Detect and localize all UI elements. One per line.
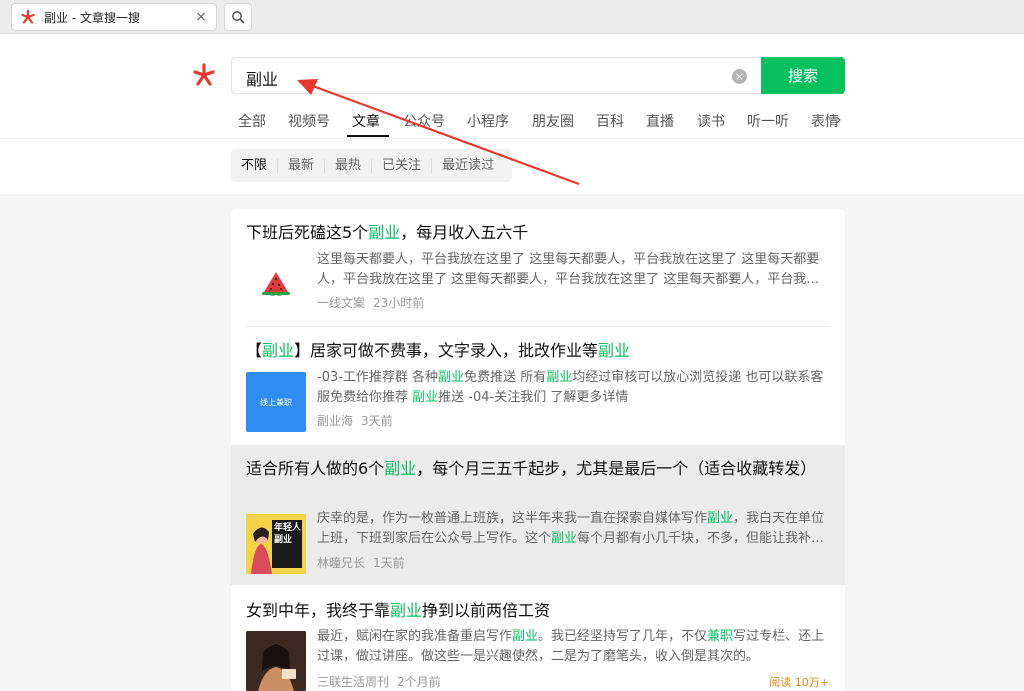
result-snippet: -03-工作推荐群 各种副业免费推送 所有副业均经过审核可以放心浏览投递 也可以… [317,370,824,405]
result-source[interactable]: 副业海 [317,414,353,428]
tab-moments[interactable]: 朋友圈 [532,111,574,131]
browser-tab-title: 副业 - 文章搜一搜 [44,10,140,25]
result-title[interactable]: 适合所有人做的6个副业，每个月三五千起步，尤其是最后一个（适合收藏转发） [246,457,836,481]
watermelon-thumbnail[interactable] [246,254,306,314]
search-button[interactable]: 搜索 [761,57,845,94]
woman-reading-photo-icon [246,631,306,691]
thumbnail-text: 年轻人副业 [274,523,302,545]
article-thumbnail[interactable]: 年轻人副业 [246,514,306,574]
tab-official-accounts[interactable]: 公众号 [403,111,445,131]
result-title[interactable]: 【副业】居家可做不费事，文字录入，批改作业等副业 [246,339,836,363]
filter-followed[interactable]: 已关注 [371,158,431,173]
thumbnail-text: 线上兼职 [260,397,292,407]
tab-channels[interactable]: 视频号 [288,111,330,131]
search-input[interactable]: 副业 × [231,57,761,94]
result-title[interactable]: 女到中年，我终于靠副业挣到以前两倍工资 [246,599,836,623]
result-item[interactable]: 适合所有人做的6个副业，每个月三五千起步，尤其是最后一个（适合收藏转发） 年轻人… [231,445,845,585]
active-tab-indicator [347,135,389,137]
result-snippet: 庆幸的是，作为一枚普通上班族，这半年来我一直在探索自媒体写作副业，我白天在单位上… [317,511,825,546]
tab-mini-programs[interactable]: 小程序 [467,111,509,131]
article-thumbnail[interactable] [246,631,306,691]
divider [0,138,1024,139]
result-item[interactable]: 女到中年，我终于靠副业挣到以前两倍工资 最近，赋闲在家的我准备重启写作副业。我已… [231,585,845,691]
result-source[interactable]: 一线文案 [317,296,365,310]
wechat-search-logo-icon [21,9,35,24]
result-time: 1天前 [373,556,405,570]
tab-stickers[interactable]: 表情 [811,111,839,131]
result-source[interactable]: 林曈兄长 [317,556,365,570]
result-time: 23小时前 [373,296,425,310]
filter-any[interactable]: 不限 [231,158,277,173]
filter-latest[interactable]: 最新 [277,158,324,173]
category-tabs: 全部 视频号 文章 公众号 小程序 朋友圈 百科 直播 读书 听一听 表情 [231,108,846,136]
tab-all[interactable]: 全部 [238,111,266,131]
clear-search-icon[interactable]: × [732,69,747,84]
result-meta: 副业海 3天前 [317,412,401,429]
tab-listen[interactable]: 听一听 [747,111,789,131]
chevron-right-icon[interactable]: › [836,112,842,128]
result-source[interactable]: 三联生活周刊 [317,675,389,689]
filter-hottest[interactable]: 最热 [324,158,371,173]
tab-live[interactable]: 直播 [646,111,674,131]
browser-tab[interactable]: 副业 - 文章搜一搜 × [11,3,217,31]
browser-tab-strip: 副业 - 文章搜一搜 × [0,0,1024,34]
result-title[interactable]: 下班后死磕这5个副业，每月收入五六千 [246,221,836,245]
close-tab-icon[interactable]: × [194,9,208,25]
result-item[interactable]: 下班后死磕这5个副业，每月收入五六千 这里每天都要人，平台我放在这里了 这里每天… [231,209,845,327]
search-icon [232,11,245,24]
tab-search-button[interactable] [224,3,252,31]
result-time: 2个月前 [397,675,441,689]
read-count-badge: 阅读 10万+ [769,676,829,689]
wechat-search-logo-icon[interactable] [191,62,217,88]
filter-bar: 不限 最新 最热 已关注 最近读过 [231,149,512,182]
search-query[interactable]: 副业 [246,66,278,90]
result-time: 3天前 [361,414,393,428]
result-snippet: 这里每天都要人，平台我放在这里了 这里每天都要人，平台我放在这里了 这里每天都要… [317,252,820,287]
tab-articles[interactable]: 文章 [352,111,380,131]
results-list: 下班后死磕这5个副业，每月收入五六千 这里每天都要人，平台我放在这里了 这里每天… [231,209,845,691]
result-meta: 林曈兄长 1天前 [317,554,413,571]
result-meta: 三联生活周刊 2个月前 [317,673,449,690]
result-meta: 一线文案 23小时前 [317,294,432,311]
filter-recently-read[interactable]: 最近读过 [431,158,504,173]
tab-books[interactable]: 读书 [697,111,725,131]
result-snippet: 最近，赋闲在家的我准备重启写作副业。我已经坚持写了几年，不仅兼职写过专栏、还上过… [317,629,825,664]
tab-encyclopedia[interactable]: 百科 [596,111,624,131]
job-thumbnail[interactable]: 线上兼职 [246,372,306,432]
watermelon-icon [262,272,290,296]
result-item[interactable]: 【副业】居家可做不费事，文字录入，批改作业等副业 线上兼职 -03-工作推荐群 … [231,327,845,445]
